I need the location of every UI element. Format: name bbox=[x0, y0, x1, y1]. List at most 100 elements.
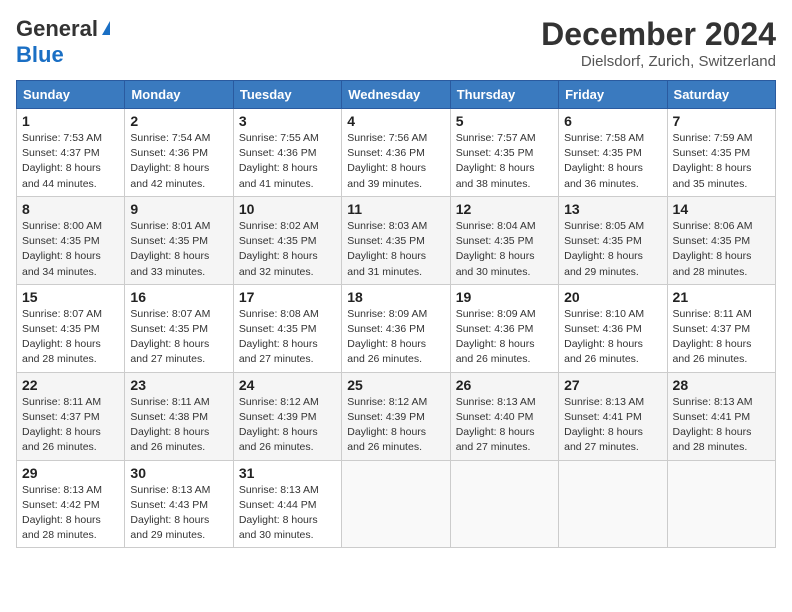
day-info: Sunrise: 8:07 AMSunset: 4:35 PMDaylight:… bbox=[130, 307, 227, 368]
calendar-cell: 11 Sunrise: 8:03 AMSunset: 4:35 PMDayligh… bbox=[342, 196, 450, 284]
calendar-cell: 31 Sunrise: 8:13 AMSunset: 4:44 PMDayligh… bbox=[233, 460, 341, 548]
day-number: 8 bbox=[22, 201, 119, 217]
day-number: 19 bbox=[456, 289, 553, 305]
day-number: 22 bbox=[22, 377, 119, 393]
calendar-cell: 10 Sunrise: 8:02 AMSunset: 4:35 PMDayligh… bbox=[233, 196, 341, 284]
calendar-cell: 14 Sunrise: 8:06 AMSunset: 4:35 PMDayligh… bbox=[667, 196, 775, 284]
day-info: Sunrise: 8:06 AMSunset: 4:35 PMDaylight:… bbox=[673, 219, 770, 280]
day-number: 21 bbox=[673, 289, 770, 305]
calendar-cell: 7 Sunrise: 7:59 AMSunset: 4:35 PMDaylight… bbox=[667, 109, 775, 197]
day-number: 1 bbox=[22, 113, 119, 129]
day-number: 17 bbox=[239, 289, 336, 305]
day-number: 7 bbox=[673, 113, 770, 129]
day-number: 13 bbox=[564, 201, 661, 217]
day-info: Sunrise: 8:13 AMSunset: 4:41 PMDaylight:… bbox=[564, 395, 661, 456]
day-number: 28 bbox=[673, 377, 770, 393]
calendar-cell: 25Sunrise: 8:12 AMSunset: 4:39 PMDayligh… bbox=[342, 372, 450, 460]
day-info: Sunrise: 8:11 AMSunset: 4:37 PMDaylight:… bbox=[673, 307, 770, 368]
day-number: 6 bbox=[564, 113, 661, 129]
day-info: Sunrise: 8:12 AMSunset: 4:39 PMDaylight:… bbox=[347, 395, 444, 456]
calendar-cell bbox=[559, 460, 667, 548]
calendar-cell: 24 Sunrise: 8:12 AMSunset: 4:39 PMDayligh… bbox=[233, 372, 341, 460]
location: Dielsdorf, Zurich, Switzerland bbox=[541, 53, 776, 70]
day-info: Sunrise: 8:10 AMSunset: 4:36 PMDaylight:… bbox=[564, 307, 661, 368]
calendar-cell: 16 Sunrise: 8:07 AMSunset: 4:35 PMDayligh… bbox=[125, 284, 233, 372]
calendar-cell: 1Sunrise: 7:53 AMSunset: 4:37 PMDaylight… bbox=[17, 109, 125, 197]
calendar-header-monday: Monday bbox=[125, 81, 233, 109]
day-number: 3 bbox=[239, 113, 336, 129]
day-info: Sunrise: 7:59 AMSunset: 4:35 PMDaylight:… bbox=[673, 131, 770, 192]
calendar-cell: 28Sunrise: 8:13 AMSunset: 4:41 PMDayligh… bbox=[667, 372, 775, 460]
calendar-header-saturday: Saturday bbox=[667, 81, 775, 109]
day-info: Sunrise: 8:08 AMSunset: 4:35 PMDaylight:… bbox=[239, 307, 336, 368]
day-info: Sunrise: 8:13 AMSunset: 4:40 PMDaylight:… bbox=[456, 395, 553, 456]
day-number: 15 bbox=[22, 289, 119, 305]
logo-blue-text: Blue bbox=[16, 42, 64, 68]
calendar-cell: 9 Sunrise: 8:01 AMSunset: 4:35 PMDaylight… bbox=[125, 196, 233, 284]
day-number: 27 bbox=[564, 377, 661, 393]
calendar-week-row: 22 Sunrise: 8:11 AMSunset: 4:37 PMDayligh… bbox=[17, 372, 776, 460]
day-info: Sunrise: 8:11 AMSunset: 4:38 PMDaylight:… bbox=[130, 395, 227, 456]
day-number: 18 bbox=[347, 289, 444, 305]
day-info: Sunrise: 7:54 AMSunset: 4:36 PMDaylight:… bbox=[130, 131, 227, 192]
day-number: 12 bbox=[456, 201, 553, 217]
day-number: 20 bbox=[564, 289, 661, 305]
day-number: 10 bbox=[239, 201, 336, 217]
day-info: Sunrise: 8:03 AMSunset: 4:35 PMDaylight:… bbox=[347, 219, 444, 280]
day-number: 29 bbox=[22, 465, 119, 481]
calendar-cell: 21 Sunrise: 8:11 AMSunset: 4:37 PMDayligh… bbox=[667, 284, 775, 372]
calendar-week-row: 29Sunrise: 8:13 AMSunset: 4:42 PMDayligh… bbox=[17, 460, 776, 548]
day-number: 31 bbox=[239, 465, 336, 481]
day-number: 30 bbox=[130, 465, 227, 481]
day-number: 23 bbox=[130, 377, 227, 393]
day-info: Sunrise: 7:57 AMSunset: 4:35 PMDaylight:… bbox=[456, 131, 553, 192]
day-info: Sunrise: 7:58 AMSunset: 4:35 PMDaylight:… bbox=[564, 131, 661, 192]
day-info: Sunrise: 8:04 AMSunset: 4:35 PMDaylight:… bbox=[456, 219, 553, 280]
logo: General Blue bbox=[16, 16, 110, 68]
page-header: General Blue December 2024 Dielsdorf, Zu… bbox=[16, 16, 776, 70]
calendar-cell bbox=[342, 460, 450, 548]
calendar-header-friday: Friday bbox=[559, 81, 667, 109]
day-info: Sunrise: 8:09 AMSunset: 4:36 PMDaylight:… bbox=[456, 307, 553, 368]
calendar-cell: 22 Sunrise: 8:11 AMSunset: 4:37 PMDayligh… bbox=[17, 372, 125, 460]
calendar-cell: 12 Sunrise: 8:04 AMSunset: 4:35 PMDayligh… bbox=[450, 196, 558, 284]
calendar-cell: 19 Sunrise: 8:09 AMSunset: 4:36 PMDayligh… bbox=[450, 284, 558, 372]
day-number: 2 bbox=[130, 113, 227, 129]
day-info: Sunrise: 8:00 AMSunset: 4:35 PMDaylight:… bbox=[22, 219, 119, 280]
title-block: December 2024 Dielsdorf, Zurich, Switzer… bbox=[541, 16, 776, 70]
day-info: Sunrise: 8:12 AMSunset: 4:39 PMDaylight:… bbox=[239, 395, 336, 456]
day-info: Sunrise: 8:11 AMSunset: 4:37 PMDaylight:… bbox=[22, 395, 119, 456]
day-number: 14 bbox=[673, 201, 770, 217]
day-info: Sunrise: 8:02 AMSunset: 4:35 PMDaylight:… bbox=[239, 219, 336, 280]
day-number: 9 bbox=[130, 201, 227, 217]
day-info: Sunrise: 8:13 AMSunset: 4:44 PMDaylight:… bbox=[239, 483, 336, 544]
calendar-body: 1Sunrise: 7:53 AMSunset: 4:37 PMDaylight… bbox=[17, 109, 776, 548]
calendar-header-sunday: Sunday bbox=[17, 81, 125, 109]
calendar-cell: 20 Sunrise: 8:10 AMSunset: 4:36 PMDayligh… bbox=[559, 284, 667, 372]
calendar-cell: 30Sunrise: 8:13 AMSunset: 4:43 PMDayligh… bbox=[125, 460, 233, 548]
calendar-header-thursday: Thursday bbox=[450, 81, 558, 109]
calendar-cell: 5Sunrise: 7:57 AMSunset: 4:35 PMDaylight… bbox=[450, 109, 558, 197]
calendar-week-row: 15 Sunrise: 8:07 AMSunset: 4:35 PMDayligh… bbox=[17, 284, 776, 372]
day-number: 26 bbox=[456, 377, 553, 393]
calendar-cell: 26 Sunrise: 8:13 AMSunset: 4:40 PMDayligh… bbox=[450, 372, 558, 460]
calendar-cell bbox=[450, 460, 558, 548]
day-info: Sunrise: 8:01 AMSunset: 4:35 PMDaylight:… bbox=[130, 219, 227, 280]
month-title: December 2024 bbox=[541, 16, 776, 53]
calendar-cell: 6 Sunrise: 7:58 AMSunset: 4:35 PMDaylight… bbox=[559, 109, 667, 197]
logo-general-text: General bbox=[16, 16, 98, 42]
calendar-cell: 13Sunrise: 8:05 AMSunset: 4:35 PMDayligh… bbox=[559, 196, 667, 284]
calendar-cell: 2 Sunrise: 7:54 AMSunset: 4:36 PMDaylight… bbox=[125, 109, 233, 197]
day-number: 11 bbox=[347, 201, 444, 217]
calendar-cell: 15Sunrise: 8:07 AMSunset: 4:35 PMDayligh… bbox=[17, 284, 125, 372]
day-number: 16 bbox=[130, 289, 227, 305]
calendar-cell: 4Sunrise: 7:56 AMSunset: 4:36 PMDaylight… bbox=[342, 109, 450, 197]
calendar-table: SundayMondayTuesdayWednesdayThursdayFrid… bbox=[16, 80, 776, 548]
calendar-cell bbox=[667, 460, 775, 548]
calendar-cell: 3 Sunrise: 7:55 AMSunset: 4:36 PMDaylight… bbox=[233, 109, 341, 197]
day-info: Sunrise: 7:55 AMSunset: 4:36 PMDaylight:… bbox=[239, 131, 336, 192]
calendar-week-row: 8 Sunrise: 8:00 AMSunset: 4:35 PMDaylight… bbox=[17, 196, 776, 284]
calendar-header-tuesday: Tuesday bbox=[233, 81, 341, 109]
calendar-cell: 29Sunrise: 8:13 AMSunset: 4:42 PMDayligh… bbox=[17, 460, 125, 548]
day-number: 24 bbox=[239, 377, 336, 393]
